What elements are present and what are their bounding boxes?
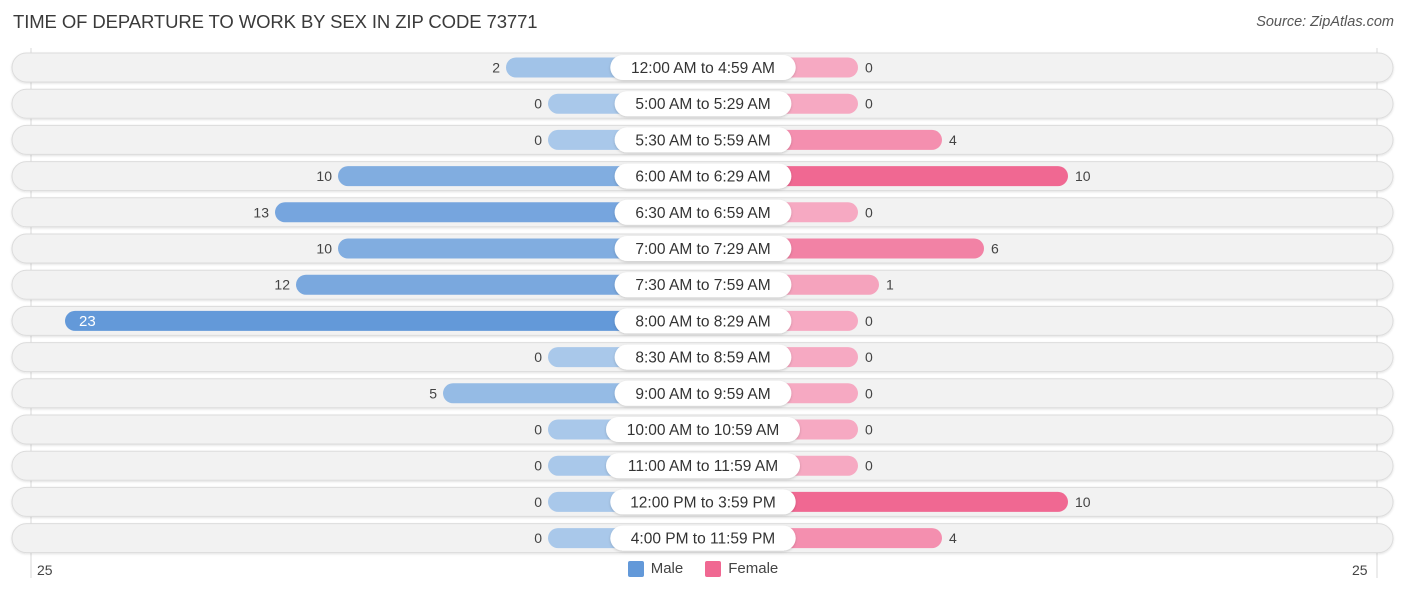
chart-row: 0 10 12:00 PM to 3:59 PM — [11, 486, 1394, 517]
value-label-female: 0 — [865, 204, 873, 220]
chart-row: 5 0 9:00 AM to 9:59 AM — [11, 378, 1394, 409]
chart-row: 0 4 5:30 AM to 5:59 AM — [11, 124, 1394, 155]
chart-row: 23 0 8:00 AM to 8:29 AM — [11, 305, 1394, 336]
chart-row: 10 6 7:00 AM to 7:29 AM — [11, 233, 1394, 264]
value-label-male: 0 — [534, 494, 542, 510]
value-label-male: 0 — [534, 458, 542, 474]
category-label: 9:00 AM to 9:59 AM — [635, 386, 770, 403]
chart-row: 0 4 4:00 PM to 11:59 PM — [11, 523, 1394, 554]
value-label-female: 0 — [865, 458, 873, 474]
category-label: 7:00 AM to 7:29 AM — [635, 241, 770, 258]
legend-item-female[interactable]: Female — [705, 560, 778, 577]
value-label-female: 0 — [865, 313, 873, 329]
category-label: 6:30 AM to 6:59 AM — [635, 205, 770, 222]
value-label-female: 0 — [865, 349, 873, 365]
chart-svg: 2 0 12:00 AM to 4:59 AM 0 0 5:00 AM to 5:29 A… — [11, 48, 1394, 578]
value-label-female: 4 — [949, 132, 957, 148]
legend-item-male[interactable]: Male — [627, 560, 684, 577]
value-label-male: 10 — [316, 168, 332, 184]
legend-label-male: Male — [650, 560, 684, 577]
legend-label-female: Female — [728, 560, 779, 577]
value-label-male: 13 — [253, 204, 269, 220]
value-label-female: 6 — [991, 241, 999, 257]
legend-swatch-male — [627, 560, 644, 577]
category-label: 6:00 AM to 6:29 AM — [635, 169, 770, 186]
category-label: 10:00 AM to 10:59 AM — [627, 422, 780, 439]
value-label-male: 0 — [534, 530, 542, 546]
bar-male[interactable] — [65, 310, 703, 331]
category-label: 8:00 AM to 8:29 AM — [635, 313, 770, 330]
value-label-female: 0 — [865, 422, 873, 438]
category-label: 5:00 AM to 5:29 AM — [635, 96, 770, 113]
chart-row: 0 0 5:00 AM to 5:29 AM — [11, 88, 1394, 119]
value-label-female: 0 — [865, 385, 873, 401]
chart-row: 2 0 12:00 AM to 4:59 AM — [11, 52, 1394, 83]
value-label-male: 0 — [534, 132, 542, 148]
chart-row: 10 10 6:00 AM to 6:29 AM — [11, 161, 1394, 192]
chart-row: 0 0 10:00 AM to 10:59 AM — [11, 414, 1394, 445]
value-label-male: 0 — [534, 349, 542, 365]
category-label: 12:00 PM to 3:59 PM — [630, 494, 776, 511]
category-label: 8:30 AM to 8:59 AM — [635, 350, 770, 367]
value-label-female: 0 — [865, 60, 873, 76]
chart-row: 13 0 6:30 AM to 6:59 AM — [11, 197, 1394, 228]
legend-swatch-female — [705, 560, 722, 577]
value-label-male: 2 — [492, 60, 500, 76]
value-label-female: 10 — [1075, 168, 1091, 184]
chart-row: 12 1 7:30 AM to 7:59 AM — [11, 269, 1394, 300]
value-label-female: 4 — [949, 530, 957, 546]
category-label: 4:00 PM to 11:59 PM — [631, 531, 775, 548]
category-label: 11:00 AM to 11:59 AM — [628, 458, 778, 475]
category-label: 7:30 AM to 7:59 AM — [635, 277, 770, 294]
category-label: 12:00 AM to 4:59 AM — [631, 60, 775, 77]
value-label-female: 10 — [1075, 494, 1091, 510]
value-label-male: 10 — [316, 241, 332, 257]
category-label: 5:30 AM to 5:59 AM — [635, 132, 770, 149]
value-label-male: 0 — [534, 96, 542, 112]
value-label-male: 0 — [534, 422, 542, 438]
chart-row: 0 0 8:30 AM to 8:59 AM — [11, 342, 1394, 373]
legend: Male Female — [0, 560, 1406, 577]
value-label-female: 1 — [886, 277, 894, 293]
value-label-male: 5 — [429, 385, 437, 401]
value-label-female: 0 — [865, 96, 873, 112]
chart-row: 0 0 11:00 AM to 11:59 AM — [11, 450, 1394, 481]
value-label-male: 23 — [79, 313, 96, 330]
value-label-male: 12 — [274, 277, 290, 293]
